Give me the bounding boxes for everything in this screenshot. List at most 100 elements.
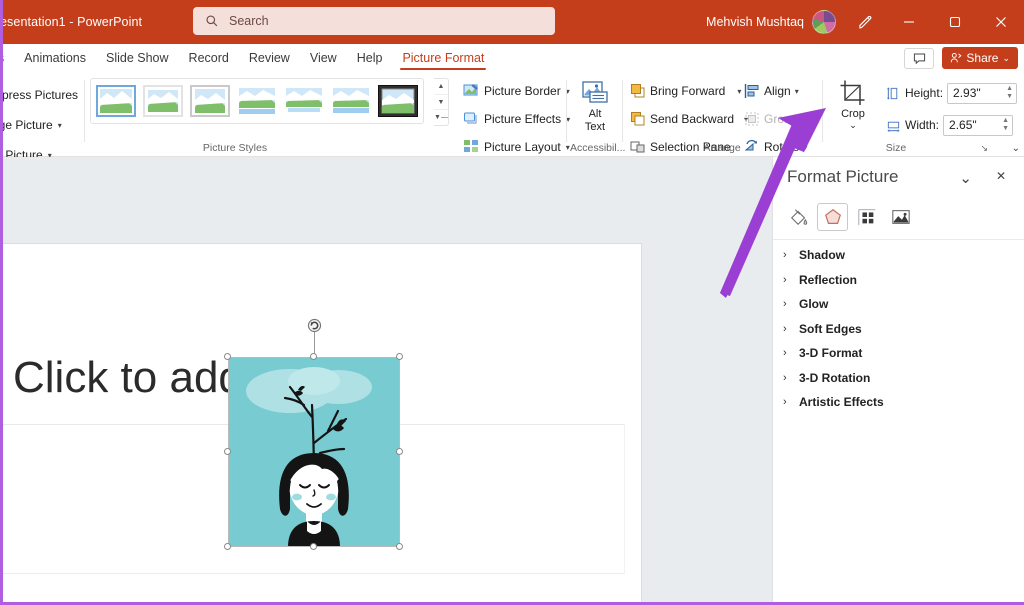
- effects-section-list: › Shadow › Reflection › Glow › Soft Edge…: [773, 243, 1024, 415]
- tab-picture-format[interactable]: Picture Format: [392, 44, 494, 72]
- tab-record[interactable]: Record: [179, 44, 239, 72]
- chevron-right-icon: ›: [783, 298, 791, 310]
- resize-handle-mr[interactable]: [396, 448, 403, 455]
- section-shadow-label: Shadow: [799, 248, 845, 262]
- bring-forward-button[interactable]: Bring Forward ▾: [630, 80, 748, 102]
- picture-style-thumb[interactable]: [235, 83, 279, 119]
- picture-style-thumb[interactable]: [188, 83, 232, 119]
- close-button[interactable]: [978, 0, 1024, 44]
- maximize-button[interactable]: [932, 0, 978, 44]
- selection-outline: [228, 357, 400, 547]
- size-and-properties-tab[interactable]: [851, 203, 882, 231]
- size-dialog-launcher[interactable]: ↘: [980, 143, 988, 154]
- chevron-right-icon: ›: [783, 396, 791, 408]
- tab-animations[interactable]: Animations: [14, 44, 96, 72]
- tab-strip-right: Share ⌄: [904, 44, 1018, 72]
- change-picture-button[interactable]: nge Picture ▾: [0, 114, 78, 136]
- width-spinner[interactable]: ▲▼: [1002, 116, 1009, 135]
- section-artistic-effects-label: Artistic Effects: [799, 395, 884, 409]
- picture-border-label: Picture Border: [484, 84, 561, 98]
- search-placeholder: Search: [229, 14, 269, 28]
- gallery-scroll-buttons[interactable]: ▲ ▼ ▼―: [434, 78, 449, 126]
- height-spinner[interactable]: ▲▼: [1006, 84, 1013, 103]
- send-backward-button[interactable]: Send Backward ▾: [630, 108, 748, 130]
- title-bar-right: Mehvish Mushtaq: [706, 0, 1024, 44]
- alt-text-icon: [579, 78, 611, 108]
- resize-handle-bc[interactable]: [310, 543, 317, 550]
- tab-slide-show[interactable]: Slide Show: [96, 44, 179, 72]
- fill-and-line-tab[interactable]: [783, 203, 814, 231]
- rotate-handle-icon[interactable]: [306, 317, 323, 334]
- account-name[interactable]: Mehvish Mushtaq: [706, 15, 804, 29]
- pen-ink-icon[interactable]: [844, 0, 886, 44]
- size-group-label: Size: [826, 142, 966, 154]
- accessibility-group-label: Accessibil...: [570, 142, 620, 154]
- height-input[interactable]: 2.93" ▲▼: [947, 83, 1017, 104]
- picture-styles-group-label: Picture Styles: [0, 142, 470, 154]
- change-picture-label: nge Picture: [0, 118, 53, 132]
- avatar[interactable]: [812, 10, 836, 34]
- comments-button[interactable]: [904, 48, 934, 69]
- picture-style-thumb[interactable]: [329, 83, 373, 119]
- resize-handle-ml[interactable]: [224, 448, 231, 455]
- gallery-scroll-up-icon[interactable]: ▲: [434, 79, 448, 95]
- section-3d-format[interactable]: › 3-D Format: [773, 341, 1024, 366]
- section-artistic-effects[interactable]: › Artistic Effects: [773, 390, 1024, 415]
- alt-text-button[interactable]: Alt Text: [572, 78, 618, 134]
- picture-style-thumb-selected[interactable]: [376, 83, 420, 119]
- picture-border-button[interactable]: Picture Border ▾: [463, 80, 570, 102]
- picture-effects-button[interactable]: Picture Effects ▾: [463, 108, 570, 130]
- bring-forward-icon: [630, 83, 646, 99]
- search-box[interactable]: Search: [193, 7, 555, 35]
- tab-transitions[interactable]: ons: [0, 44, 14, 72]
- pane-collapse-button[interactable]: ⌄: [959, 169, 972, 187]
- section-reflection[interactable]: › Reflection: [773, 268, 1024, 293]
- group-button: Group ▾: [744, 108, 807, 130]
- share-button[interactable]: Share ⌄: [942, 47, 1018, 69]
- pane-close-button[interactable]: ✕: [996, 169, 1006, 183]
- effects-tab[interactable]: [817, 203, 848, 231]
- ribbon-collapse-button[interactable]: ⌄: [1012, 143, 1020, 154]
- gallery-more-icon[interactable]: ▼―: [434, 110, 448, 125]
- comment-icon: [913, 52, 926, 65]
- selected-picture[interactable]: [228, 357, 400, 547]
- tab-review[interactable]: Review: [239, 44, 300, 72]
- tab-view[interactable]: View: [300, 44, 347, 72]
- crop-button[interactable]: Crop ⌄: [830, 78, 876, 129]
- chevron-right-icon: ›: [783, 347, 791, 359]
- resize-handle-br[interactable]: [396, 543, 403, 550]
- picture-style-thumb[interactable]: [94, 83, 138, 119]
- picture-layout-button[interactable]: Picture Layout ▾: [463, 136, 570, 158]
- align-label: Align: [764, 84, 791, 98]
- pane-title: Format Picture: [787, 167, 898, 187]
- crop-caret-icon[interactable]: ⌄: [849, 121, 857, 129]
- ribbon-group-size: Crop ⌄ Height: 2.93" ▲▼: [826, 72, 1006, 157]
- width-field-row: Width: 2.65" ▲▼: [886, 113, 1017, 137]
- resize-handle-tc[interactable]: [310, 353, 317, 360]
- align-button[interactable]: Align ▾: [744, 80, 807, 102]
- section-3d-rotation[interactable]: › 3-D Rotation: [773, 366, 1024, 391]
- resize-handle-tl[interactable]: [224, 353, 231, 360]
- chevron-down-icon: ▾: [795, 87, 799, 96]
- picture-tab[interactable]: [885, 203, 916, 231]
- picture-style-thumb[interactable]: [282, 83, 326, 119]
- resize-handle-bl[interactable]: [224, 543, 231, 550]
- ribbon: mpress Pictures nge Picture ▾ et Picture…: [0, 72, 1024, 157]
- tab-help[interactable]: Help: [347, 44, 393, 72]
- section-shadow[interactable]: › Shadow: [773, 243, 1024, 268]
- width-input[interactable]: 2.65" ▲▼: [943, 115, 1013, 136]
- compress-pictures-label: mpress Pictures: [0, 88, 78, 102]
- group-separator: [84, 80, 85, 142]
- picture-icon: [891, 207, 911, 227]
- picture-styles-gallery[interactable]: [90, 78, 424, 124]
- resize-handle-tr[interactable]: [396, 353, 403, 360]
- section-glow-label: Glow: [799, 297, 828, 311]
- minimize-button[interactable]: [886, 0, 932, 44]
- compress-pictures-button[interactable]: mpress Pictures: [0, 84, 78, 106]
- picture-style-thumb[interactable]: [141, 83, 185, 119]
- gallery-scroll-down-icon[interactable]: ▼: [434, 95, 448, 111]
- arrange-group-label: Arrange: [626, 142, 818, 154]
- section-soft-edges[interactable]: › Soft Edges: [773, 317, 1024, 342]
- section-glow[interactable]: › Glow: [773, 292, 1024, 317]
- align-icon: [744, 83, 760, 99]
